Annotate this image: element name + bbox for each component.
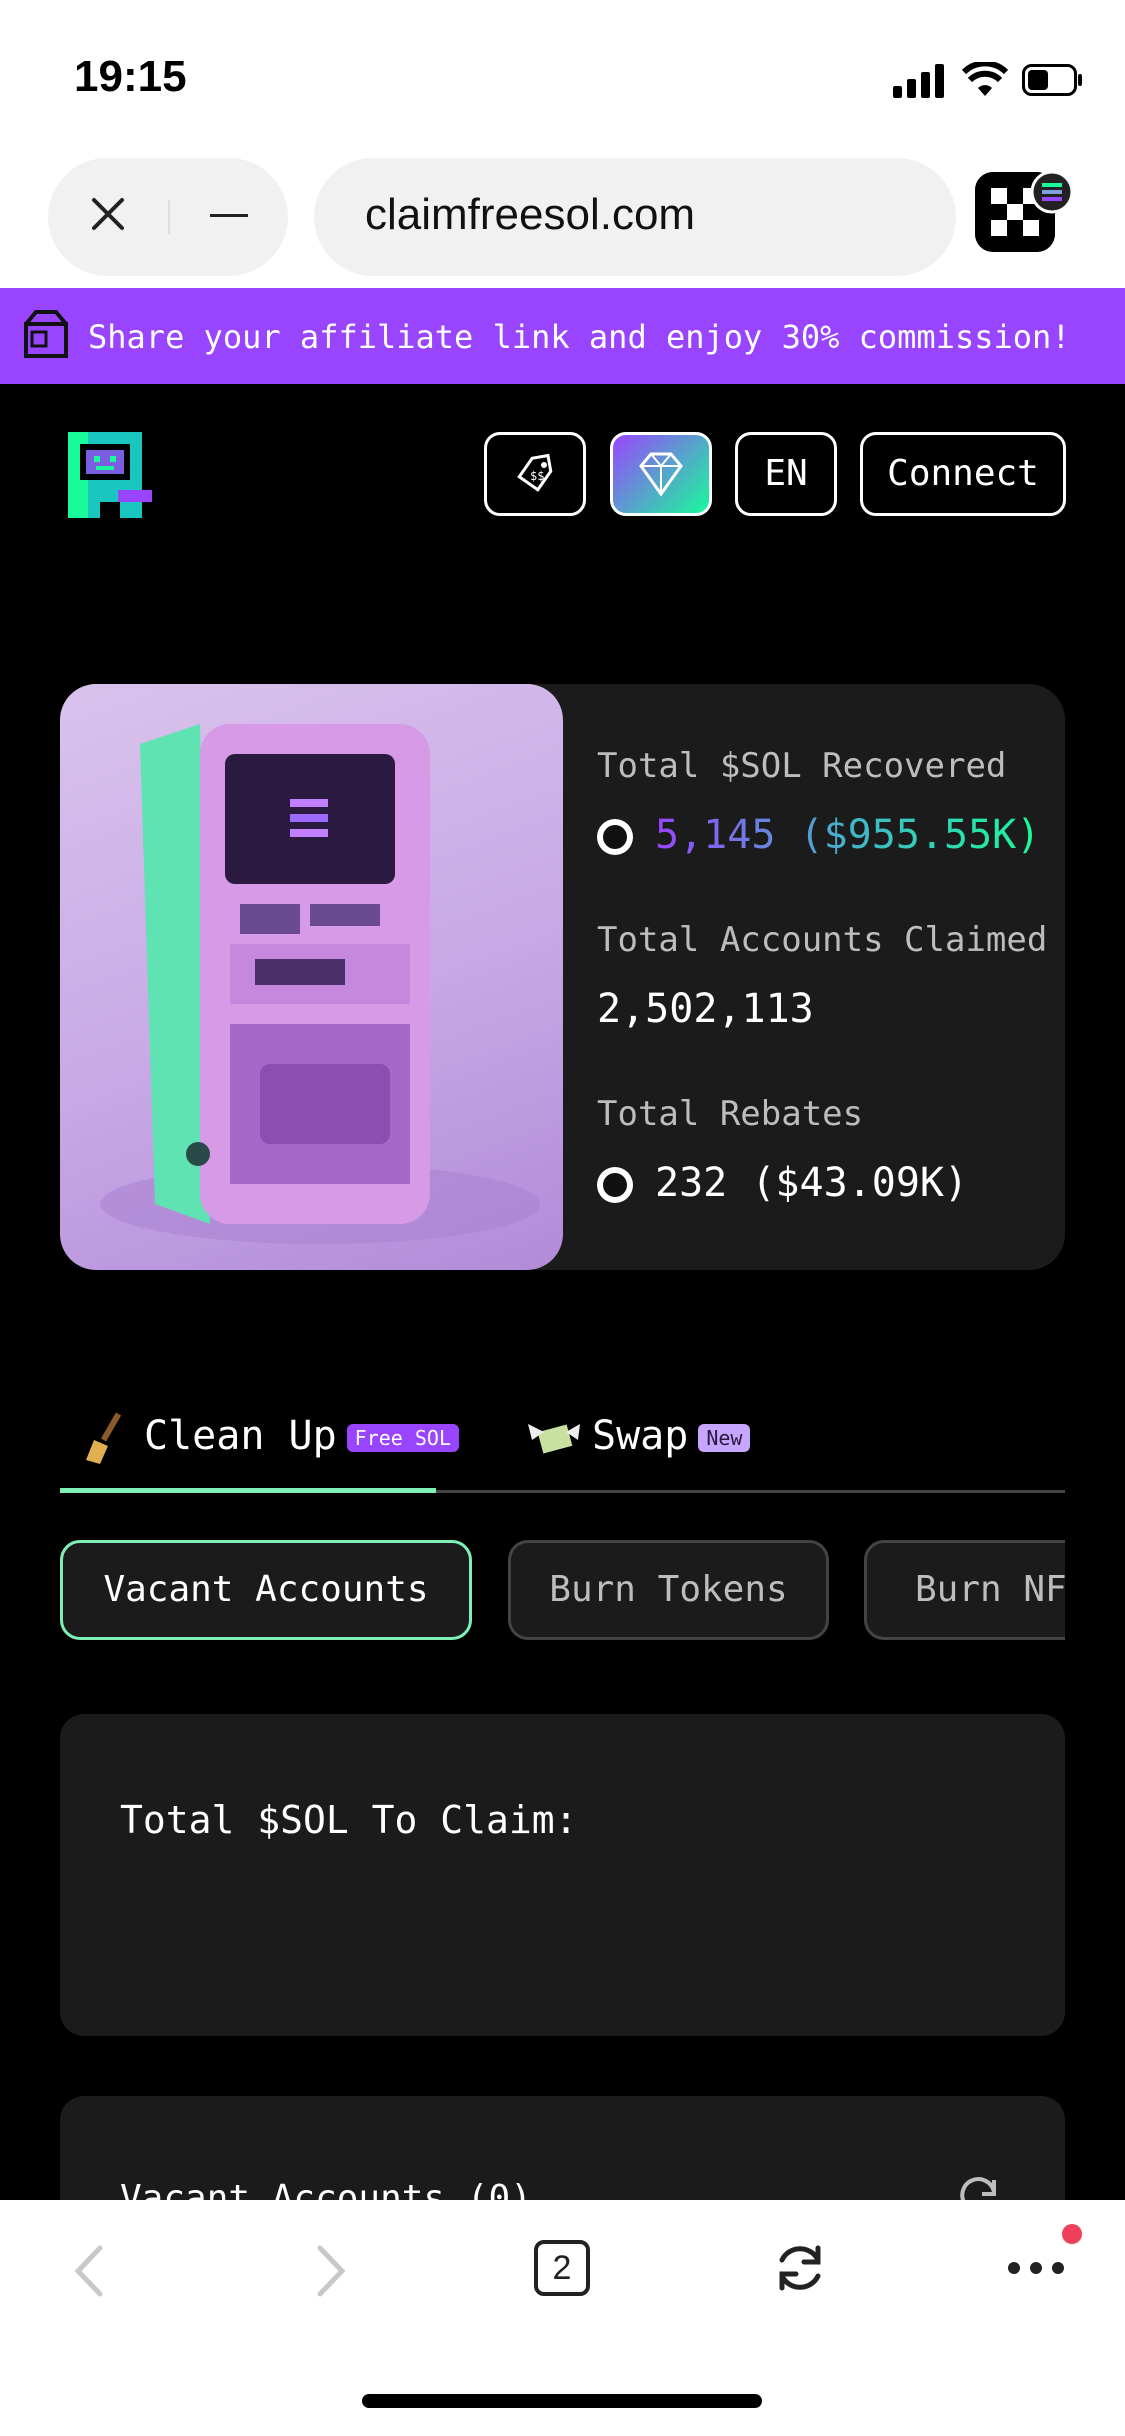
atm-illustration — [60, 684, 563, 1270]
new-badge: New — [698, 1424, 751, 1452]
language-button[interactable]: EN — [735, 432, 837, 516]
connect-wallet-button[interactable]: Connect — [860, 432, 1066, 516]
tab-swap-label: Swap — [592, 1413, 689, 1459]
price-tag-icon: $$ — [517, 453, 553, 492]
svg-text:$$: $$ — [530, 469, 544, 483]
site-logo[interactable] — [60, 428, 156, 522]
tab-clean-up-label: Clean Up — [144, 1413, 337, 1459]
divider — [168, 200, 170, 234]
recovered-row: 5,145 ($955.55K) — [597, 812, 1040, 858]
tabs-button[interactable]: 2 — [534, 2240, 590, 2296]
url-text: claimfreesol.com — [365, 190, 696, 239]
subtab-vacant-accounts[interactable]: Vacant Accounts — [60, 1540, 472, 1640]
recovered-label: Total $SOL Recovered — [597, 746, 1007, 786]
claim-panel — [60, 1714, 1065, 2036]
home-indicator — [362, 2394, 762, 2408]
more-options-icon[interactable] — [1006, 2258, 1066, 2278]
reload-icon[interactable] — [770, 2238, 830, 2298]
close-icon[interactable] — [88, 194, 128, 234]
money-wings-icon — [528, 1424, 580, 1454]
rebates-value: 232 ($43.09K) — [655, 1160, 969, 1206]
recovered-value: 5,145 ($955.55K) — [655, 812, 1041, 858]
battery-icon — [1022, 64, 1082, 96]
active-tab-indicator — [60, 1488, 436, 1493]
tab-clean-up[interactable]: Clean Up Free SOL — [78, 1410, 459, 1480]
wifi-icon — [962, 62, 1008, 96]
minimize-icon[interactable] — [210, 214, 248, 217]
rebates-label: Total Rebates — [597, 1094, 864, 1134]
solana-badge-icon — [1030, 170, 1074, 214]
gift-box-icon — [24, 310, 68, 358]
rebates-row: 232 ($43.09K) — [597, 1160, 968, 1206]
scroll-clip — [1065, 1530, 1125, 1650]
notification-dot — [1062, 2224, 1082, 2244]
promo-text: Share your affiliate link and enjoy 30% … — [88, 318, 1071, 356]
price-tag-button[interactable]: $$ — [484, 432, 586, 516]
broom-icon — [86, 1412, 122, 1464]
diamond-button[interactable] — [610, 432, 712, 516]
subtab-burn-tokens[interactable]: Burn Tokens — [508, 1540, 829, 1640]
accounts-label: Total Accounts Claimed — [597, 920, 1048, 960]
solana-coin-icon — [597, 819, 633, 855]
status-time: 19:15 — [74, 52, 187, 101]
accounts-value: 2,502,113 — [597, 986, 814, 1032]
solana-coin-icon — [597, 1167, 633, 1203]
claim-label: Total $SOL To Claim: — [120, 1798, 578, 1842]
tab-swap[interactable]: Swap New — [524, 1410, 751, 1480]
diamond-icon — [639, 452, 683, 497]
forward-icon[interactable] — [310, 2244, 350, 2298]
free-sol-badge: Free SOL — [346, 1424, 459, 1452]
cellular-signal-icon — [893, 64, 944, 98]
back-icon[interactable] — [70, 2244, 110, 2298]
